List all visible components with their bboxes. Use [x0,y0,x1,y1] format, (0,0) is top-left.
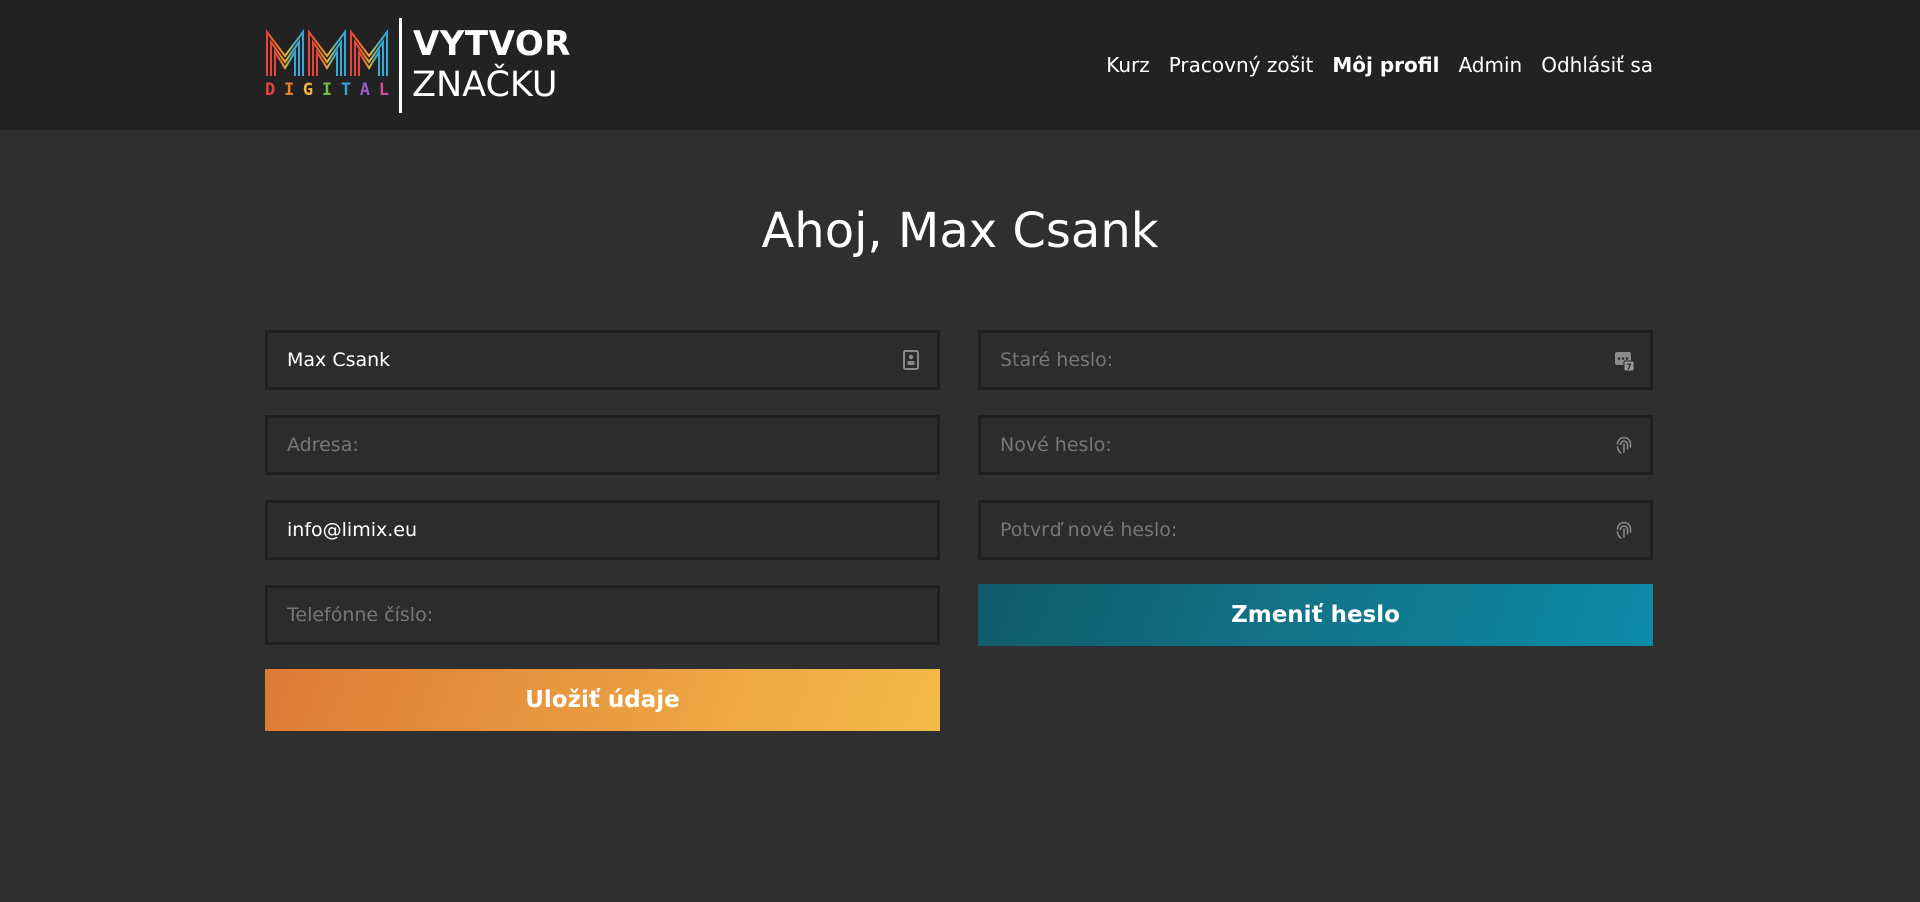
logo-subtitle-letter: I [321,80,333,100]
password-keypad-icon: 7 [1615,352,1634,372]
confirm-password-input[interactable] [981,503,1650,557]
save-details-button[interactable]: Uložiť údaje [265,669,940,731]
logo-title-line2: ZNAČKU [412,65,558,105]
nav-item-kurz[interactable]: Kurz [1106,53,1150,77]
logo-mark-icon [266,29,388,76]
address-input[interactable] [268,418,937,472]
logo-subtitle-letter: T [340,80,352,100]
logo-subtitle: DIGITAL [265,80,389,100]
old-password-input[interactable] [981,333,1650,387]
site-header: DIGITAL VYTVOR ZNAČKU Kurz Pracovný zoši… [0,0,1920,130]
fingerprint-icon [1616,521,1632,539]
logo-subtitle-letter: G [302,80,314,100]
old-password-field: 7 [978,330,1653,390]
email-input[interactable] [268,503,937,557]
logo-subtitle-letter: D [265,80,276,100]
brand-logo[interactable]: DIGITAL VYTVOR ZNAČKU [265,18,570,114]
address-field [265,415,940,475]
nav-item-moj-profil[interactable]: Môj profil [1332,53,1439,77]
phone-field [265,585,940,645]
nav-item-odhlasit-sa[interactable]: Odhlásiť sa [1541,53,1653,77]
page-title: Ahoj, Max Csank [761,203,1159,259]
contact-card-icon [903,350,919,370]
new-password-input[interactable] [981,418,1650,472]
phone-input[interactable] [268,588,937,642]
nav-item-pracovny-zosit[interactable]: Pracovný zošit [1169,53,1314,77]
svg-text:7: 7 [1626,363,1632,372]
logo-divider [399,18,402,113]
confirm-password-field [978,500,1653,560]
new-password-field [978,415,1653,475]
main-nav: Kurz Pracovný zošit Môj profil Admin Odh… [1087,53,1653,77]
name-field [265,330,940,390]
name-input[interactable] [268,333,937,387]
logo-subtitle-letter: I [283,80,295,100]
email-field [265,500,940,560]
nav-item-admin[interactable]: Admin [1458,53,1522,77]
logo-subtitle-letter: A [359,80,371,100]
logo-subtitle-letter: L [378,80,389,100]
fingerprint-icon [1616,436,1632,454]
change-password-button[interactable]: Zmeniť heslo [978,584,1653,646]
logo-title-line1: VYTVOR [413,24,571,64]
